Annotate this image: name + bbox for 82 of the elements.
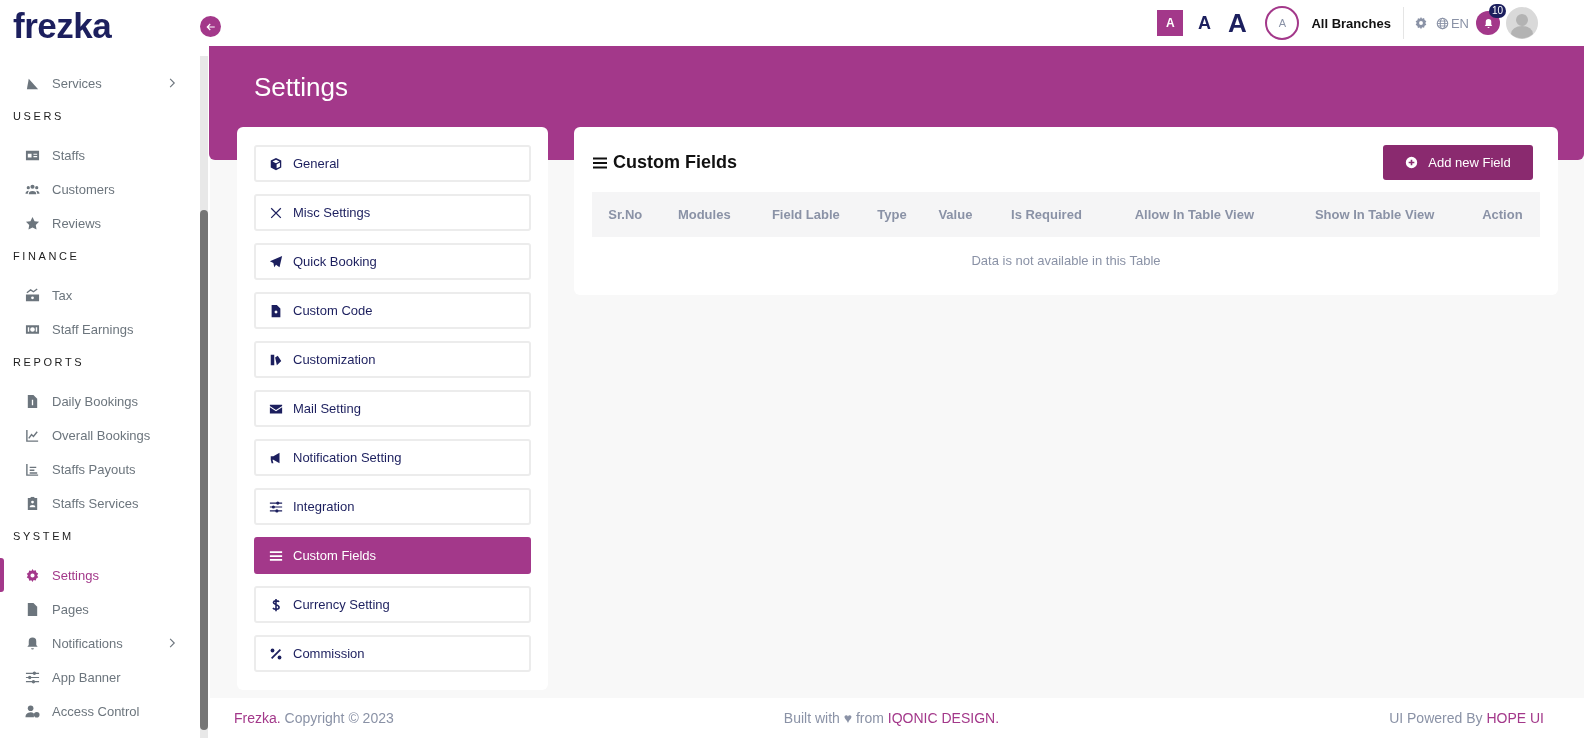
hope-ui-link[interactable]: HOPE UI [1486,710,1544,726]
user-avatar[interactable] [1506,7,1538,39]
globe-icon[interactable] [1435,16,1449,30]
card-title: Custom Fields [613,152,737,173]
column-header: Sr.No [592,192,659,237]
font-size-button[interactable]: A [1225,7,1250,39]
built-with-text: Built with ♥ from [783,710,884,726]
sidebar-item[interactable]: Staffs Services [0,486,200,520]
sidebar-item[interactable]: Settings [0,558,200,592]
line-chart-icon [25,427,40,443]
bar-chart-icon [25,461,40,477]
user-lock-icon [25,703,40,719]
sidebar-item[interactable]: Staff Earnings [0,312,200,346]
column-header: Show In Table View [1284,192,1465,237]
settings-menu-item[interactable]: Custom Fields [254,537,531,574]
settings-menu-item[interactable]: Custom Code [254,292,531,329]
column-header: Type [861,192,923,237]
sidebar-item[interactable]: Notifications [0,626,200,660]
settings-menu-item[interactable]: Misc Settings [254,194,531,231]
sidebar-item[interactable]: Daily Bookings [0,384,200,418]
megaphone-icon [269,450,283,465]
settings-menu-item[interactable]: Notification Setting [254,439,531,476]
percent-icon [269,646,283,661]
page-title: Settings [254,71,349,104]
column-header: Allow In Table View [1104,192,1285,237]
cube-icon [269,156,283,171]
sidebar-item[interactable]: Staffs Payouts [0,452,200,486]
add-field-button[interactable]: Add new Field [1383,145,1533,180]
settings-menu-item[interactable]: Integration [254,488,531,525]
document-code-icon [269,303,283,318]
section-heading: USERS [12,109,65,124]
sidebar-item[interactable]: Customers [0,172,200,206]
settings-icon[interactable] [1413,16,1428,30]
section-heading: REPORTS [12,355,86,370]
money-chart-icon [25,287,40,303]
settings-menu-item[interactable]: Mail Setting [254,390,531,427]
sidebar-item[interactable]: Access Control [0,694,200,728]
sidebar-item[interactable]: App Banner [0,660,200,694]
settings-menu-item[interactable]: Commission [254,635,531,672]
sliders-icon [25,669,40,685]
menu-icon [269,548,283,563]
settings-menu-item[interactable]: Customization [254,341,531,378]
sidebar-item[interactable]: Tax [0,278,200,312]
dollar-icon [269,597,283,612]
document-icon [25,601,40,617]
star-icon [25,215,40,231]
settings-menu-item[interactable]: Quick Booking [254,243,531,280]
branch-avatar[interactable]: A [1265,6,1300,40]
bell-icon [25,635,40,651]
copyright-text: Copyright © 2023 [284,710,394,726]
iqonic-link[interactable]: IQONIC DESIGN. [887,710,1000,726]
paper-plane-icon [269,254,283,269]
language-selector[interactable]: EN [1450,15,1469,31]
sidebar-item[interactable]: Staffs [0,138,200,172]
column-header: Field Lable [750,192,862,237]
section-heading: SYSTEM [12,529,75,544]
scrollbar[interactable] [200,56,208,738]
bell-icon [1482,17,1494,29]
document-dollar-icon [25,393,40,409]
settings-menu-item[interactable]: Currency Setting [254,586,531,623]
column-header: Action [1464,192,1540,237]
branch-selector[interactable]: All Branches [1311,15,1391,31]
empty-table-message: Data is not available in this Table [592,237,1540,269]
section-heading: FINANCE [12,249,81,264]
settings-menu-item[interactable]: General [254,145,531,182]
column-header: Value [922,192,989,237]
notification-count: 10 [1488,4,1506,18]
clipboard-icon [25,495,40,511]
frezka-logo[interactable]: frezka [13,6,112,46]
settings-icon [25,567,40,583]
sidebar-item[interactable]: Pages [0,592,200,626]
column-header: Modules [658,192,750,237]
sidebar-item[interactable]: Reviews [0,206,200,240]
sidebar-item[interactable]: Overall Bookings [0,418,200,452]
sidebar-item[interactable]: Services [0,66,200,100]
column-header: Is Required [988,192,1105,237]
brand-link[interactable]: Frezka. [234,710,281,726]
font-size-button[interactable]: A [1157,10,1184,36]
swatch-icon [269,352,283,367]
font-size-button[interactable]: A [1195,12,1214,34]
powered-by-text: UI Powered By [1389,710,1483,726]
sliders-icon [269,499,283,514]
